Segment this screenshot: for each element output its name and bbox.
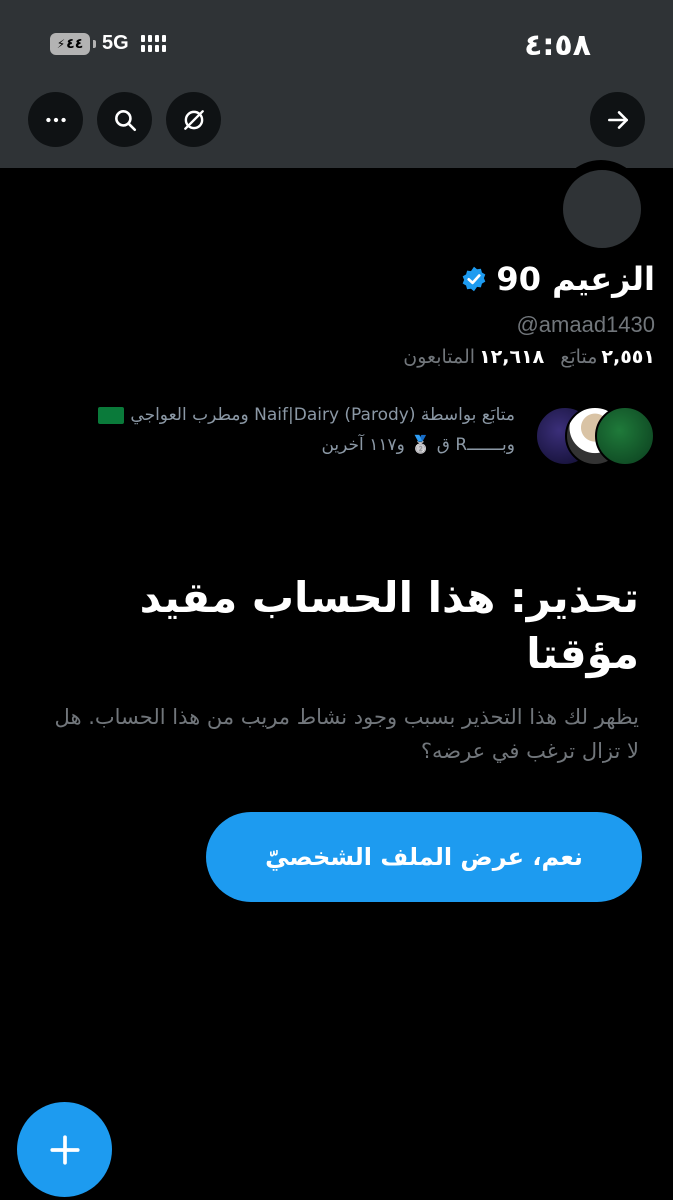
profile-stats: ٢,٥٥١متابَع ١٢,٦١٨المتابعون xyxy=(403,346,655,368)
followed-by-line2: وبـــــــR ق 🥈 و١١٧ آخرين xyxy=(321,435,515,455)
charging-icon: ⚡ xyxy=(56,36,66,51)
network-type: 5G xyxy=(102,32,129,54)
following-stat[interactable]: ٢,٥٥١متابَع xyxy=(560,346,655,368)
status-indicators: ⚡ ٤٤ 5G xyxy=(50,32,166,55)
battery-indicator: ⚡ ٤٤ xyxy=(50,32,96,55)
search-button[interactable] xyxy=(97,92,152,147)
followers-count: ١٢,٦١٨ xyxy=(479,346,545,368)
profile-handle: @amaad1430 xyxy=(516,312,655,337)
following-label: متابَع xyxy=(560,346,598,368)
search-icon xyxy=(114,109,136,131)
arrow-right-icon xyxy=(607,110,628,129)
compose-button[interactable] xyxy=(17,1102,112,1197)
back-button[interactable] xyxy=(590,92,645,147)
verified-badge-icon[interactable] xyxy=(460,265,488,293)
follower-avatars xyxy=(535,406,655,466)
view-profile-button[interactable]: نعم، عرض الملف الشخصيّ xyxy=(206,812,642,902)
profile-header: ⚡ ٤٤ 5G ٤:٥٨ xyxy=(0,0,673,168)
profile-name-row: الزعيم 90 xyxy=(460,260,655,298)
profile-name: الزعيم 90 xyxy=(496,260,655,298)
grok-icon xyxy=(183,109,204,130)
following-count: ٢,٥٥١ xyxy=(601,346,655,368)
avatar[interactable] xyxy=(563,170,641,248)
warning-title: تحذير: هذا الحساب مقيد مؤقتا xyxy=(139,573,639,678)
saudi-flag-icon xyxy=(98,406,125,424)
follower-avatar xyxy=(595,406,655,466)
followed-by-text: متابَع بواسطة Naif|Dairy (Parody) ومطرب … xyxy=(15,400,515,460)
more-icon xyxy=(45,117,66,122)
followers-label: المتابعون xyxy=(403,346,476,368)
more-button[interactable] xyxy=(28,92,83,147)
battery-level: ٤٤ xyxy=(66,35,84,52)
status-time: ٤:٥٨ xyxy=(524,28,591,63)
followers-stat[interactable]: ١٢,٦١٨المتابعون xyxy=(403,346,544,368)
plus-icon xyxy=(49,1134,80,1165)
warning-description: يظهر لك هذا التحذير بسبب وجود نشاط مريب … xyxy=(54,705,639,763)
grok-button[interactable] xyxy=(166,92,221,147)
followed-by-line1: متابَع بواسطة Naif|Dairy (Parody) ومطرب … xyxy=(130,405,515,425)
signal-icon xyxy=(140,35,166,52)
